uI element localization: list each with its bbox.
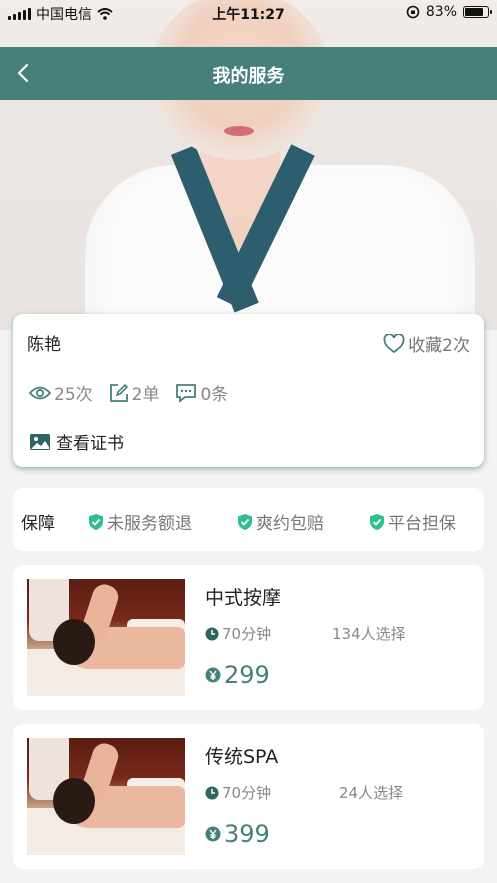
clock-icon (205, 786, 219, 799)
price-value: 399 (224, 820, 270, 848)
service-duration: 70分钟 (205, 623, 271, 644)
edit-icon (109, 383, 128, 402)
clock-icon (205, 627, 219, 640)
stats-row: 25次 2单 0条 (29, 380, 228, 405)
service-thumbnail (27, 579, 185, 696)
service-thumbnail (27, 738, 185, 855)
nav-bar: 我的服务 (0, 47, 497, 100)
image-icon (30, 433, 50, 450)
service-duration: 70分钟 (205, 782, 271, 803)
duration-text: 70分钟 (222, 784, 272, 802)
yuan-icon (205, 667, 221, 683)
status-bar: 中国电信 上午11:27 83% (0, 0, 497, 26)
selection-count: 24人选择 (339, 784, 404, 802)
comment-count: 0条 (200, 385, 229, 405)
guarantee-label: 保障 (21, 514, 55, 534)
comment-icon (176, 383, 197, 403)
favorite-button[interactable]: 收藏2次 (383, 331, 470, 356)
guarantee-item: 平台担保 (369, 509, 456, 534)
price-value: 299 (224, 661, 270, 689)
page-title: 我的服务 (212, 66, 285, 87)
duration-text: 70分钟 (222, 625, 272, 643)
view-stat: 25次 (29, 380, 93, 405)
comment-stat: 0条 (175, 380, 228, 405)
service-price: 399 (205, 820, 270, 848)
profile-card: 陈艳 收藏2次 25次 2单 0条 查看证书 (13, 314, 484, 467)
selection-count: 134人选择 (332, 625, 406, 643)
battery-icon (463, 6, 492, 18)
heart-icon (383, 333, 405, 353)
shield-check-icon (238, 513, 252, 530)
service-price: 299 (205, 661, 270, 689)
guarantee-item: 未服务额退 (88, 509, 192, 534)
guarantee-text: 爽约包赔 (256, 514, 324, 534)
favorite-count: 收藏2次 (408, 336, 470, 356)
service-name: 中式按摩 (205, 587, 282, 609)
shield-check-icon (370, 513, 384, 530)
therapist-name: 陈艳 (27, 335, 61, 355)
service-card[interactable]: 中式按摩 70分钟 134人选择 299 (13, 565, 484, 710)
orientation-lock-icon (406, 5, 420, 19)
battery-percent: 83% (425, 4, 457, 20)
guarantee-item: 爽约包赔 (237, 509, 324, 534)
service-name: 传统SPA (205, 746, 279, 768)
guarantee-card: 保障 未服务额退 爽约包赔 平台担保 (13, 488, 484, 551)
eye-icon (29, 386, 51, 399)
certificate-label: 查看证书 (56, 434, 124, 454)
order-stat: 2单 (109, 380, 160, 405)
shield-check-icon (89, 513, 103, 530)
order-count: 2单 (131, 385, 160, 405)
guarantee-text: 平台担保 (388, 514, 456, 534)
service-card[interactable]: 传统SPA 70分钟 24人选择 399 (13, 724, 484, 869)
guarantee-text: 未服务额退 (107, 514, 192, 534)
yuan-icon (205, 826, 221, 842)
view-count: 25次 (54, 385, 93, 405)
view-certificate-link[interactable]: 查看证书 (29, 429, 124, 454)
